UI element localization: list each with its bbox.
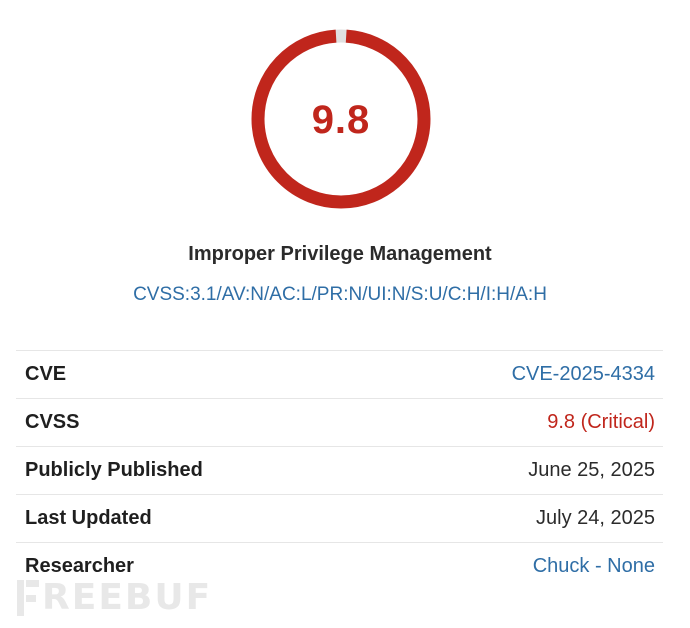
cvss-severity-value: 9.8 (Critical) <box>547 411 655 433</box>
researcher-link[interactable]: Chuck - None <box>533 555 655 578</box>
vulnerability-title: Improper Privilege Management <box>188 243 492 265</box>
detail-label-researcher: Researcher <box>25 555 134 577</box>
detail-label-cvss: CVSS <box>25 411 80 433</box>
watermark-text: REEBUF <box>42 577 213 618</box>
freebuf-watermark: REEBUF <box>17 578 212 618</box>
cve-id-link[interactable]: CVE-2025-4334 <box>512 363 655 386</box>
detail-label-cve: CVE <box>25 363 67 385</box>
detail-row-cvss: CVSS 9.8 (Critical) <box>16 398 663 446</box>
detail-label-updated: Last Updated <box>25 507 152 529</box>
detail-row-published: Publicly Published June 25, 2025 <box>16 446 663 494</box>
detail-label-published: Publicly Published <box>25 459 203 481</box>
cvss-vector-link[interactable]: CVSS:3.1/AV:N/AC:L/PR:N/UI:N/S:U/C:H/I:H… <box>0 284 680 306</box>
freebuf-logo-icon <box>17 578 39 618</box>
detail-row-cve: CVE CVE-2025-4334 <box>16 350 663 398</box>
score-value: 9.8 <box>311 97 371 142</box>
details-table: CVE CVE-2025-4334 CVSS 9.8 (Critical) Pu… <box>16 350 663 590</box>
published-date: June 25, 2025 <box>528 459 655 481</box>
updated-date: July 24, 2025 <box>536 507 655 529</box>
detail-row-updated: Last Updated July 24, 2025 <box>16 494 663 542</box>
score-gauge: 9.8 <box>249 27 433 211</box>
